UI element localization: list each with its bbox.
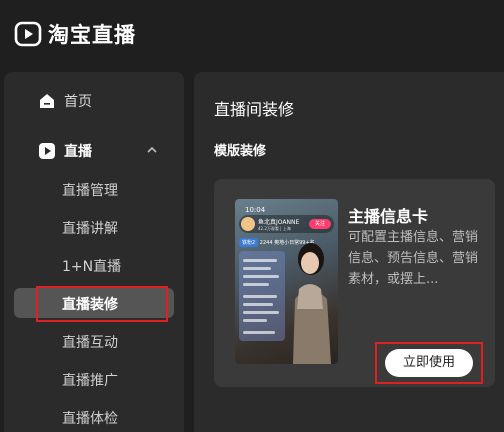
- sidebar-subitem-label: 直播推广: [62, 373, 118, 389]
- use-now-button[interactable]: 立即使用: [385, 349, 473, 377]
- sidebar-item-live[interactable]: 直播: [4, 136, 184, 166]
- section-title: 模版装修: [214, 144, 267, 159]
- play-icon: [39, 143, 55, 159]
- template-card[interactable]: 10:04 鱼北真JOANNE 42.2万观看 | 上海 关注 铁粉2 2244…: [214, 179, 495, 387]
- preview-tag: 铁粉2: [239, 238, 259, 247]
- preview-line: [243, 311, 279, 314]
- sidebar-subitem-label: 直播互动: [62, 335, 118, 351]
- sidebar-subitem-label: 直播管理: [62, 183, 118, 199]
- preview-host-photo: [293, 243, 331, 364]
- top-bar: 淘宝直播: [0, 0, 504, 66]
- sidebar-subitem-label: 直播讲解: [62, 221, 118, 237]
- sidebar-item-label: 直播: [64, 144, 92, 160]
- preview-info-panel: [239, 251, 285, 341]
- preview-line: [243, 259, 277, 262]
- sidebar-item-home[interactable]: 首页: [4, 86, 184, 116]
- preview-line: [243, 303, 273, 306]
- home-icon: [40, 94, 54, 108]
- card-title: 主播信息卡: [348, 207, 429, 226]
- preview-time: 10:04: [245, 206, 266, 214]
- sidebar: 首页 直播 直播管理 直播讲解 1+N直播 直播装修 直播互动 直播推广 直播体…: [4, 72, 184, 432]
- sidebar-subitem[interactable]: 1+N直播: [14, 250, 174, 280]
- template-preview-image: 10:04 鱼北真JOANNE 42.2万观看 | 上海 关注 铁粉2 2244…: [235, 199, 338, 364]
- tv-play-icon: [14, 21, 42, 47]
- sidebar-subitem[interactable]: 直播讲解: [14, 212, 174, 242]
- preview-line: [243, 283, 269, 286]
- sidebar-subitem-label: 直播体检: [62, 411, 118, 427]
- app-logo[interactable]: 淘宝直播: [14, 19, 136, 49]
- sidebar-subitem-active[interactable]: 直播装修: [14, 288, 174, 318]
- sidebar-subitem-label: 1+N直播: [62, 259, 122, 275]
- sidebar-subitem[interactable]: 直播推广: [14, 364, 174, 394]
- preview-line: [243, 267, 271, 270]
- avatar: [241, 217, 255, 231]
- preview-follow-badge: 关注: [309, 219, 331, 229]
- sidebar-subitem-label: 直播装修: [62, 297, 118, 313]
- preview-line: [243, 295, 277, 298]
- card-description: 可配置主播信息、营销信息、预告信息、营销素材，或摆上...: [348, 230, 479, 287]
- app-title: 淘宝直播: [48, 23, 136, 47]
- preview-line: [243, 275, 279, 278]
- page-title: 直播间装修: [214, 100, 295, 119]
- preview-tag: 2244: [259, 240, 273, 246]
- sidebar-subitem[interactable]: 直播互动: [14, 326, 174, 356]
- preview-line: [243, 319, 267, 322]
- preview-host-name: 鱼北真JOANNE: [258, 219, 300, 226]
- sidebar-subitem[interactable]: 直播管理: [14, 174, 174, 204]
- main-panel: 直播间装修 模版装修 10:04 鱼北真JOANNE 42.2万观看 | 上海 …: [194, 72, 504, 432]
- sidebar-item-label: 首页: [64, 94, 92, 110]
- sidebar-subitem[interactable]: 直播体检: [14, 402, 174, 432]
- preview-line: [243, 331, 275, 334]
- chevron-up-icon[interactable]: [146, 144, 158, 156]
